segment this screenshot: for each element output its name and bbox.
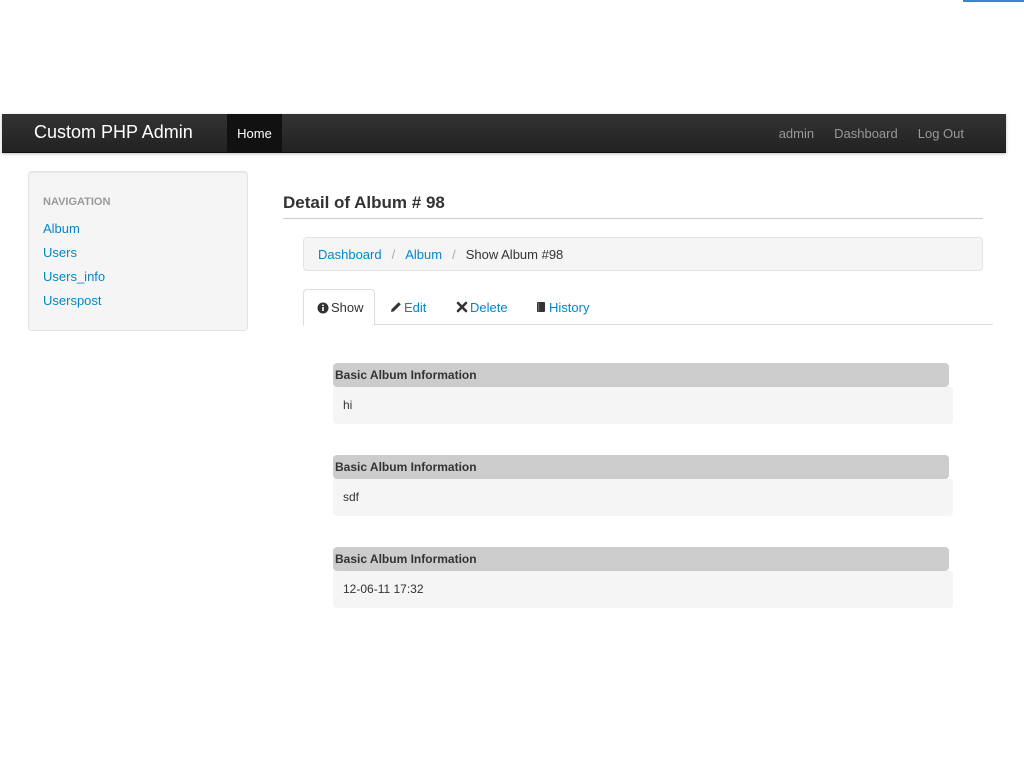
info-section: Basic Album Information 12-06-11 17:32	[333, 547, 953, 608]
section-value: sdf	[333, 479, 953, 516]
sidebar-item-album[interactable]: Album	[43, 217, 233, 241]
top-navbar: Custom PHP Admin Home admin Dashboard Lo…	[2, 114, 1006, 153]
section-value: 12-06-11 17:32	[333, 571, 953, 608]
sidebar-item-users-info[interactable]: Users_info	[43, 265, 233, 289]
action-tabs: Show Edit Delete History	[303, 289, 993, 326]
breadcrumb-dashboard-link[interactable]: Dashboard	[318, 247, 382, 262]
info-section: Basic Album Information hi	[333, 363, 953, 424]
tab-edit[interactable]: Edit	[377, 289, 439, 325]
tab-show-label: Show	[331, 300, 364, 315]
sidebar-header: NAVIGATION	[43, 196, 111, 208]
section-value: hi	[333, 387, 953, 424]
breadcrumb-separator: /	[452, 246, 456, 262]
sidebar-item-users[interactable]: Users	[43, 241, 233, 265]
breadcrumb-separator: /	[391, 246, 396, 262]
tab-history[interactable]: History	[522, 289, 602, 325]
tab-delete[interactable]: Delete	[443, 289, 521, 325]
nav-admin-link[interactable]: admin	[779, 126, 814, 141]
breadcrumb-current: Show Album #98	[465, 246, 564, 262]
tab-history-label: History	[549, 299, 590, 315]
breadcrumb: Dashboard / Album / Show Album #98	[303, 237, 983, 271]
brand-link[interactable]: Custom PHP Admin	[34, 122, 193, 143]
pencil-icon	[390, 301, 402, 313]
page-title: Detail of Album # 98	[283, 193, 983, 219]
section-heading: Basic Album Information	[333, 547, 949, 571]
section-heading: Basic Album Information	[333, 455, 949, 479]
navbar-right-links: admin Dashboard Log Out	[779, 114, 964, 153]
section-heading: Basic Album Information	[333, 363, 949, 387]
nav-logout-link[interactable]: Log Out	[918, 126, 964, 141]
sidebar-item-userspost[interactable]: Userspost	[43, 289, 233, 313]
info-section: Basic Album Information sdf	[333, 455, 953, 516]
tab-edit-label: Edit	[404, 299, 427, 315]
nav-dashboard-link[interactable]: Dashboard	[834, 126, 898, 141]
nav-home-link[interactable]: Home	[227, 114, 282, 153]
tab-delete-label: Delete	[470, 299, 508, 315]
breadcrumb-album-link[interactable]: Album	[405, 247, 442, 262]
sidebar-navigation: NAVIGATION Album Users Users_info Usersp…	[28, 171, 248, 331]
info-circle-icon	[317, 302, 329, 314]
remove-x-icon	[456, 301, 468, 313]
top-accent-bar	[963, 0, 1024, 2]
tab-show[interactable]: Show	[303, 289, 375, 326]
book-icon	[535, 301, 547, 313]
